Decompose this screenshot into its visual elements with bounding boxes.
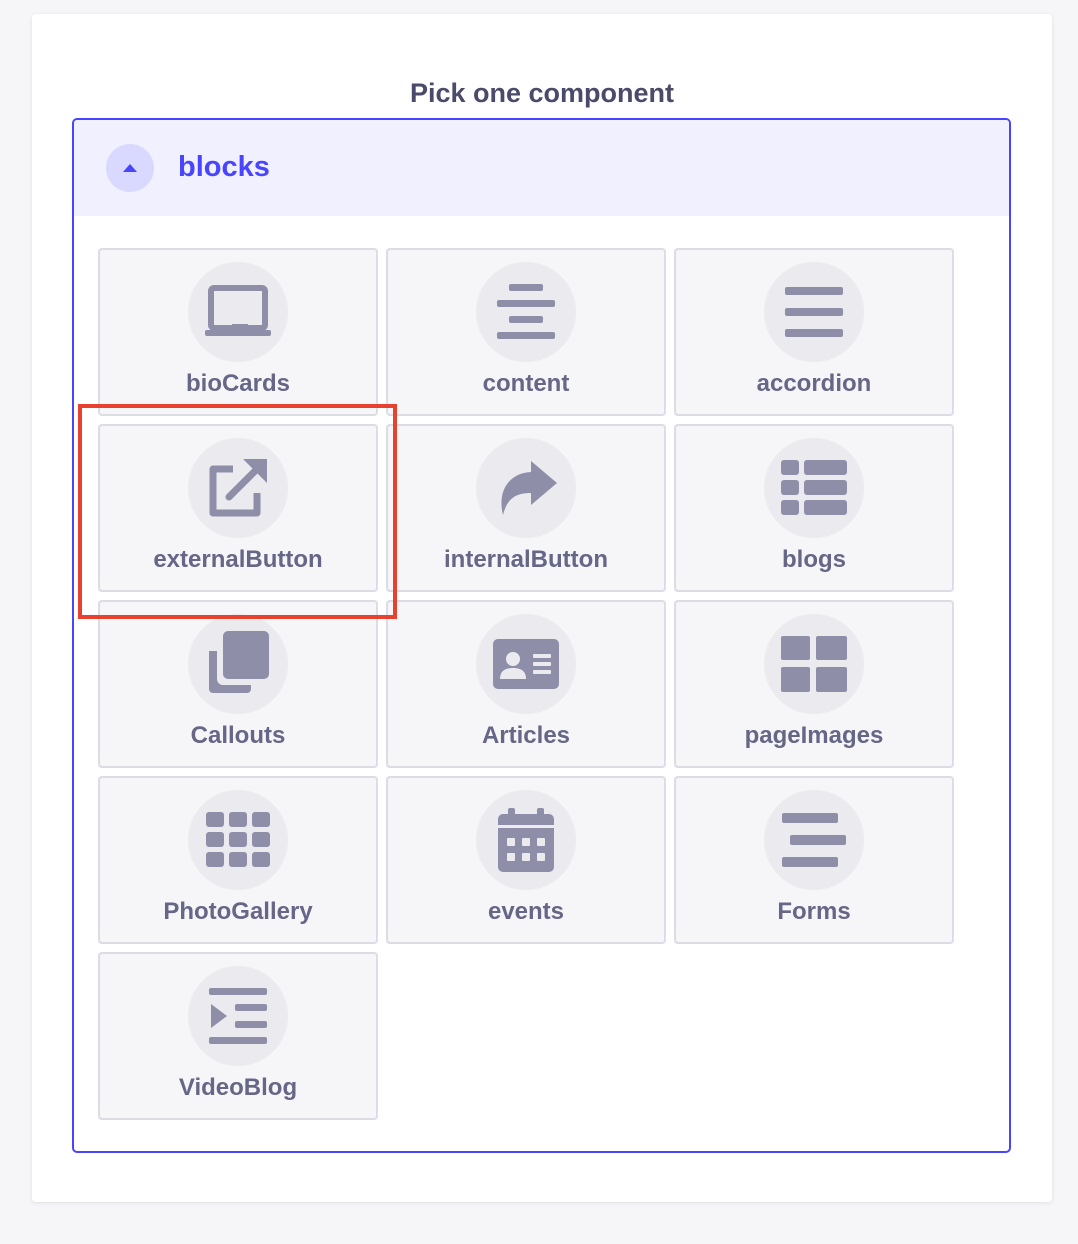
share-arrow-icon	[476, 438, 576, 538]
card-label: PhotoGallery	[163, 898, 313, 925]
card-label: externalButton	[153, 546, 323, 573]
component-card-articles[interactable]: Articles	[386, 600, 666, 768]
accordion-header[interactable]: blocks	[74, 120, 1009, 216]
bars-icon	[764, 262, 864, 362]
panel-title: Pick one component	[409, 78, 675, 108]
card-label: Callouts	[190, 722, 286, 749]
card-label: pageImages	[744, 722, 884, 749]
card-label: accordion	[756, 370, 872, 397]
component-grid: bioCards content accordion externalButto…	[98, 248, 954, 1120]
accordion-toggle-button[interactable]	[106, 144, 154, 192]
caret-up-icon	[123, 164, 137, 172]
component-card-callouts[interactable]: Callouts	[98, 600, 378, 768]
component-card-forms[interactable]: Forms	[674, 776, 954, 944]
card-label: Forms	[777, 898, 851, 925]
category-accordion: blocks bioCards content accordion extern…	[72, 118, 1011, 1153]
card-label: bioCards	[185, 370, 290, 397]
component-card-pageimages[interactable]: pageImages	[674, 600, 954, 768]
card-label: Articles	[481, 722, 571, 749]
component-card-externalbutton[interactable]: externalButton	[98, 424, 378, 592]
clone-icon	[188, 614, 288, 714]
component-card-photogallery[interactable]: PhotoGallery	[98, 776, 378, 944]
id-card-icon	[476, 614, 576, 714]
indent-icon	[188, 966, 288, 1066]
calendar-icon	[476, 790, 576, 890]
accordion-label: blocks	[178, 151, 270, 183]
grid-2x2-icon	[764, 614, 864, 714]
laptop-icon	[188, 262, 288, 362]
component-picker-panel: Pick one component blocks bioCards conte…	[32, 14, 1052, 1202]
component-card-accordion[interactable]: accordion	[674, 248, 954, 416]
align-center-icon	[476, 262, 576, 362]
align-right-icon	[764, 790, 864, 890]
component-card-internalbutton[interactable]: internalButton	[386, 424, 666, 592]
card-label: blogs	[782, 546, 846, 573]
component-card-biocards[interactable]: bioCards	[98, 248, 378, 416]
table-list-icon	[764, 438, 864, 538]
external-link-icon	[188, 438, 288, 538]
component-card-events[interactable]: events	[386, 776, 666, 944]
card-label: internalButton	[444, 546, 608, 573]
component-card-blogs[interactable]: blogs	[674, 424, 954, 592]
grid-3x3-icon	[188, 790, 288, 890]
card-label: events	[487, 898, 565, 925]
component-card-videoblog[interactable]: VideoBlog	[98, 952, 378, 1120]
card-label: content	[482, 370, 570, 397]
component-card-content[interactable]: content	[386, 248, 666, 416]
card-label: VideoBlog	[178, 1074, 298, 1101]
